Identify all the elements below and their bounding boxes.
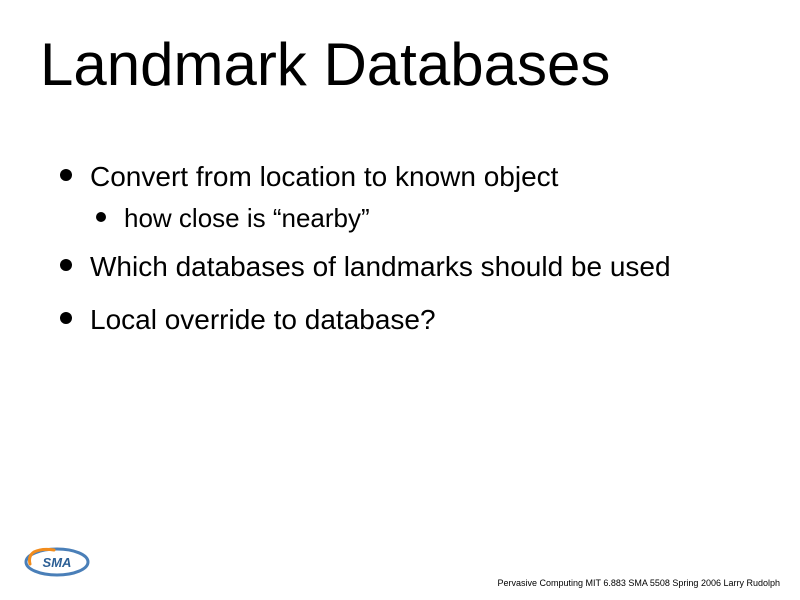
bullet-icon (60, 169, 72, 181)
bullet-text: Which databases of landmarks should be u… (90, 249, 671, 284)
bullet-text: Local override to database? (90, 302, 436, 337)
bullet-icon (60, 312, 72, 324)
bullet-item: Which databases of landmarks should be u… (60, 249, 740, 284)
bullet-text: Convert from location to known object (90, 159, 558, 194)
bullet-text: how close is “nearby” (124, 202, 370, 235)
sma-logo: SMA (24, 542, 90, 582)
footer-text: Pervasive Computing MIT 6.883 SMA 5508 S… (498, 578, 781, 588)
bullet-item: Local override to database? (60, 302, 740, 337)
sub-bullet-item: how close is “nearby” (96, 202, 740, 235)
bullet-icon (60, 259, 72, 271)
slide-title: Landmark Databases (0, 0, 800, 99)
svg-text:SMA: SMA (43, 555, 72, 570)
slide-content: Convert from location to known object ho… (0, 99, 800, 337)
bullet-item: Convert from location to known object (60, 159, 740, 194)
bullet-icon (96, 212, 106, 222)
